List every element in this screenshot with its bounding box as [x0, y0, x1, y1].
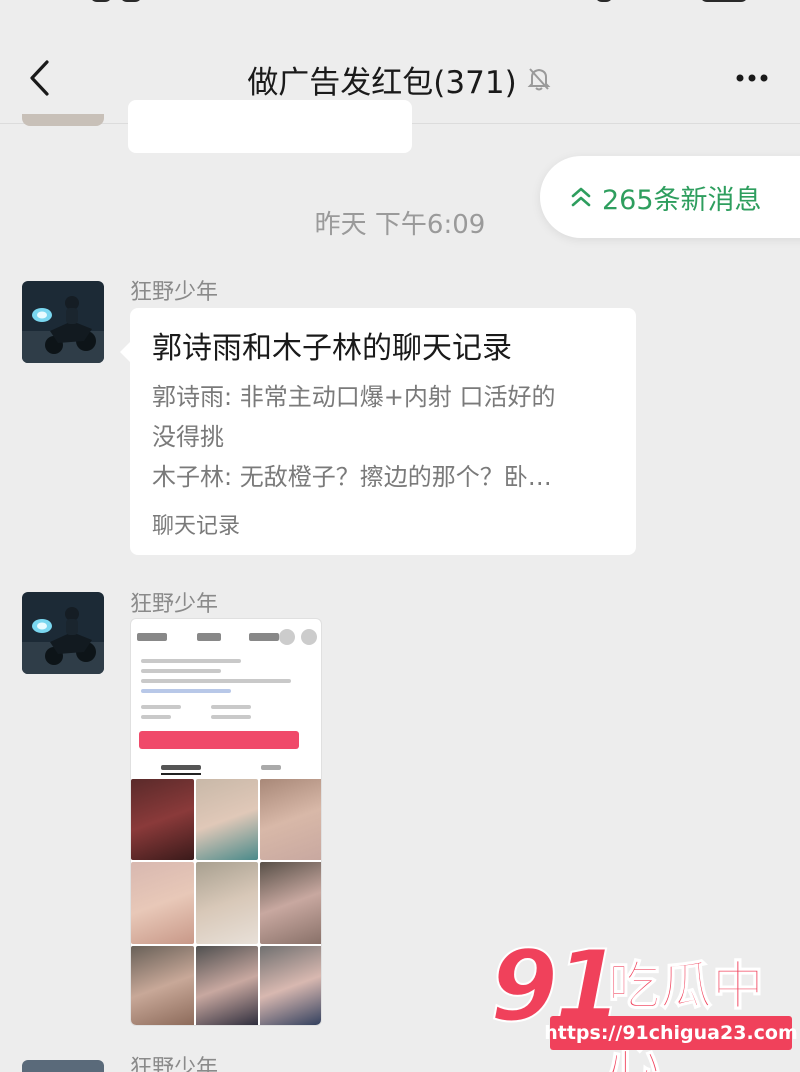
avatar[interactable] [22, 1060, 104, 1072]
profile-screenshot-button [139, 731, 299, 749]
avatar[interactable] [22, 281, 104, 363]
status-bar [90, 0, 748, 4]
sender-name: 狂野少年 [130, 1056, 219, 1072]
profile-screenshot-grid [131, 779, 321, 1025]
watermark-url: https://91chigua23.com [544, 1016, 798, 1050]
chat-record-card[interactable]: 郭诗雨和木子林的聊天记录 郭诗雨: 非常主动口爆+内射 口活好的 没得挑 木子林… [120, 308, 636, 555]
chat-record-line: 郭诗雨: 非常主动口爆+内射 口活好的 [152, 383, 556, 411]
bell-off-icon [527, 68, 551, 91]
watermark-text: 吃瓜中心 [607, 956, 765, 1072]
more-dots-icon [736, 74, 768, 82]
chat-title: 做广告发红包(371) [247, 64, 517, 101]
image-message[interactable] [130, 618, 322, 1026]
avatar[interactable] [22, 592, 104, 674]
timestamp: 昨天 下午6:09 [314, 210, 486, 240]
message-bubble[interactable] [128, 100, 412, 153]
sender-name: 狂野少年 [130, 280, 219, 305]
chat-title-wrap: 做广告发红包(371) [200, 56, 600, 102]
watermark-logo: 91 吃瓜中心 https://91chigua23.com [489, 929, 800, 1072]
profile-screenshot-header [137, 629, 317, 645]
back-button[interactable] [22, 58, 62, 98]
chat-record-title: 郭诗雨和木子林的聊天记录 [152, 331, 512, 366]
profile-screenshot-tabs [161, 765, 281, 775]
avatar[interactable] [22, 114, 104, 126]
more-button[interactable] [728, 60, 776, 96]
chat-record-line: 木子林: 无敌橙子？擦边的那个？卧… [152, 463, 552, 491]
sender-name: 狂野少年 [130, 592, 219, 617]
chat-record-line: 没得挑 [152, 423, 224, 451]
chevron-left-icon [30, 60, 49, 96]
chat-record-footer: 聊天记录 [152, 514, 241, 539]
